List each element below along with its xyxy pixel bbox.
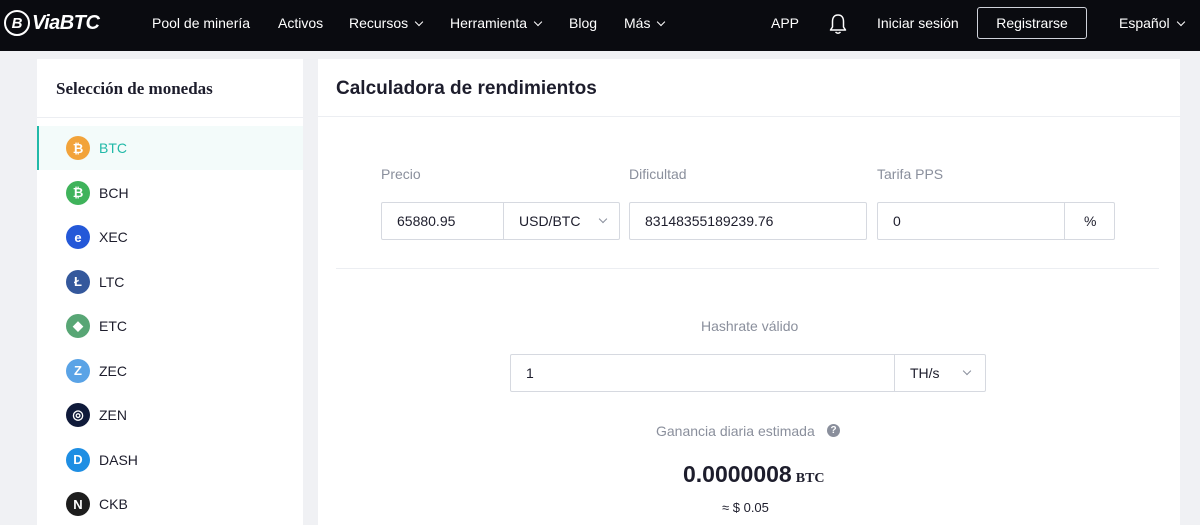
price-label: Precio	[381, 166, 421, 182]
hashrate-label: Hashrate válido	[701, 318, 799, 334]
hashrate-input[interactable]: 1	[526, 355, 534, 391]
chevron-down-icon	[598, 214, 608, 224]
sidebar-item-label: CKB	[99, 496, 128, 512]
app-link[interactable]: APP	[771, 0, 799, 51]
price-unit-select[interactable]: USD/BTC	[504, 203, 619, 239]
etc-coin-icon: ◆	[66, 314, 90, 338]
chevron-down-icon	[533, 17, 543, 27]
bell-icon[interactable]	[829, 13, 847, 35]
pps-fee-label: Tarifa PPS	[877, 166, 944, 182]
help-icon[interactable]: ?	[827, 424, 840, 437]
sidebar-item-label: BCH	[99, 184, 129, 201]
difficulty-value: 83148355189239.76	[645, 213, 774, 229]
bitcoin-logo-icon: B	[4, 10, 30, 36]
logo-text: ViaBTC	[32, 11, 100, 34]
top-navbar: B ViaBTC Pool de minería Activos Recurso…	[0, 0, 1200, 51]
pps-fee-input[interactable]: 0	[893, 203, 901, 239]
profit-calculator-panel: Calculadora de rendimientos Precio Dific…	[318, 59, 1180, 525]
sidebar-item-label: LTC	[99, 273, 125, 290]
login-link[interactable]: Iniciar sesión	[877, 0, 959, 51]
chevron-down-icon	[1176, 17, 1185, 27]
coin-selection-sidebar: Selección de monedas ₿ BTC ₿ BCH e XEC Ł LTC ◆ ET…	[37, 59, 303, 525]
estimated-earnings: 0.0000008 BTC	[683, 461, 825, 488]
zen-coin-icon: ◎	[66, 403, 90, 427]
difficulty-label: Dificultad	[629, 166, 687, 182]
chevron-down-icon	[962, 366, 972, 376]
viabtc-logo[interactable]: B ViaBTC	[4, 9, 100, 37]
earnings-value: 0.0000008	[683, 461, 792, 487]
sidebar-title: Selección de monedas	[56, 79, 213, 98]
price-unit-value: USD/BTC	[519, 213, 581, 229]
earnings-label: Ganancia diaria estimada	[656, 423, 815, 439]
nav-item-more[interactable]: Más	[624, 0, 666, 51]
sidebar-item-zec[interactable]: Z ZEC	[37, 349, 303, 393]
divider	[318, 116, 1180, 117]
bch-coin-icon: ₿	[66, 180, 90, 205]
nav-item-blog[interactable]: Blog	[569, 0, 597, 51]
page-title: Calculadora de rendimientos	[336, 78, 597, 99]
chevron-down-icon	[657, 17, 666, 27]
nav-item-resources[interactable]: Recursos	[349, 0, 424, 51]
sidebar-item-dash[interactable]: D DASH	[37, 438, 303, 482]
hashrate-field-group: 1 TH/s	[510, 354, 986, 392]
sidebar-item-label: ETC	[99, 318, 127, 334]
sidebar-item-label: ZEN	[99, 407, 127, 423]
pps-fee-field-group: 0 %	[877, 202, 1115, 240]
sidebar-item-ltc[interactable]: Ł LTC	[37, 260, 303, 304]
difficulty-input[interactable]: 83148355189239.76	[629, 202, 867, 240]
language-selector[interactable]: Español	[1119, 0, 1185, 51]
sidebar-item-etc[interactable]: ◆ ETC	[37, 304, 303, 348]
sidebar-item-zen[interactable]: ◎ ZEN	[37, 393, 303, 437]
earnings-unit: BTC	[795, 471, 825, 486]
divider	[37, 117, 303, 118]
ltc-coin-icon: Ł	[66, 269, 90, 294]
nav-item-tools[interactable]: Herramienta	[450, 0, 543, 51]
sidebar-item-ckb[interactable]: N CKB	[37, 482, 303, 525]
divider	[336, 268, 1159, 269]
xec-coin-icon: e	[66, 225, 90, 249]
sidebar-item-label: ZEC	[99, 362, 127, 379]
price-input[interactable]: 65880.95	[397, 203, 455, 239]
price-field-group: 65880.95 USD/BTC	[381, 202, 620, 240]
hashrate-unit-value: TH/s	[910, 365, 940, 381]
divider	[1064, 203, 1065, 239]
sidebar-item-label: BTC	[99, 140, 127, 156]
sidebar-item-bch[interactable]: ₿ BCH	[37, 171, 303, 215]
btc-coin-icon: ₿	[66, 136, 90, 160]
ckb-coin-icon: N	[66, 492, 90, 516]
sidebar-item-label: DASH	[99, 451, 138, 468]
chevron-down-icon	[414, 17, 424, 27]
register-button[interactable]: Registrarse	[977, 7, 1087, 39]
earnings-usd: ≈ $ 0.05	[722, 500, 769, 515]
percent-unit: %	[1084, 213, 1097, 229]
nav-item-assets[interactable]: Activos	[278, 0, 323, 51]
sidebar-item-xec[interactable]: e XEC	[37, 215, 303, 259]
zec-coin-icon: Z	[66, 358, 90, 383]
dash-coin-icon: D	[66, 447, 90, 472]
nav-item-pool[interactable]: Pool de minería	[152, 0, 250, 51]
sidebar-item-label: XEC	[99, 229, 128, 245]
hashrate-unit-select[interactable]: TH/s	[895, 355, 985, 391]
sidebar-item-btc[interactable]: ₿ BTC	[37, 126, 303, 170]
